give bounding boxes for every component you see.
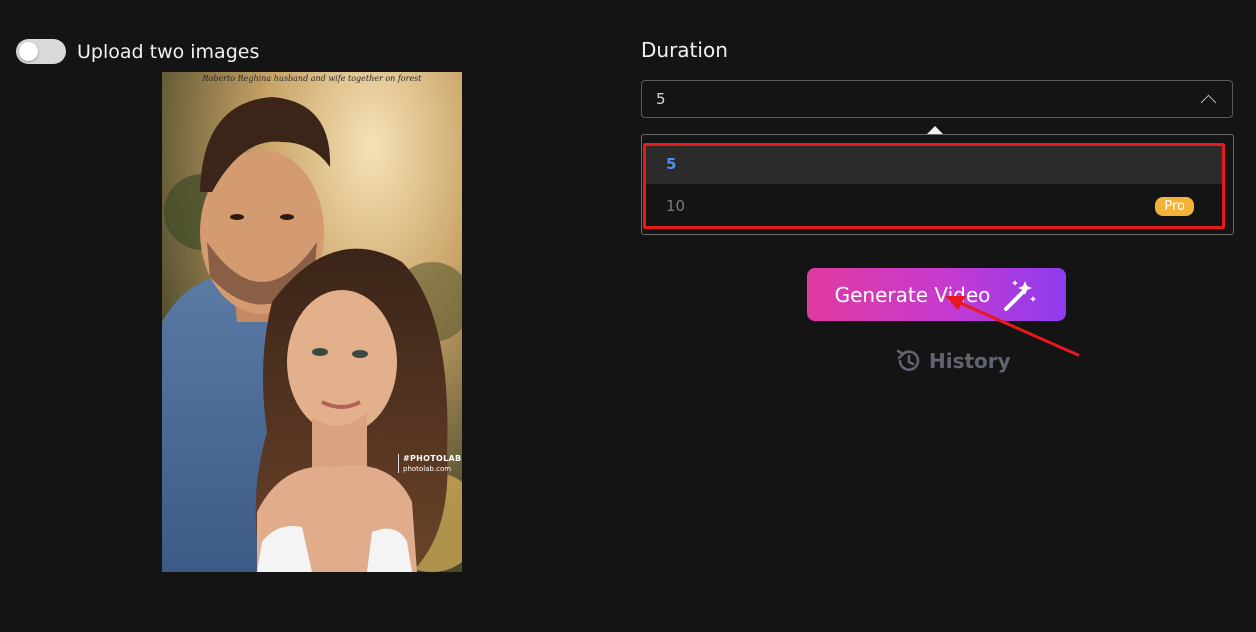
- dropdown-pointer: [927, 126, 943, 134]
- upload-two-images-label: Upload two images: [77, 40, 260, 63]
- history-link[interactable]: History: [895, 347, 1011, 375]
- history-icon: [896, 349, 920, 371]
- duration-option-label: 10: [666, 197, 686, 215]
- magic-wand-icon: [1004, 279, 1037, 311]
- chevron-up-icon: [1200, 94, 1217, 110]
- watermark-site: photolab.com: [403, 465, 452, 473]
- duration-option-label: 5: [666, 155, 677, 173]
- generate-video-button[interactable]: Generate Video: [807, 268, 1066, 321]
- toggle-knob: [19, 42, 38, 61]
- history-label: History: [929, 349, 1011, 373]
- duration-label: Duration: [641, 38, 728, 62]
- page-root: Upload two images Roberto Reghina husban…: [0, 0, 1256, 632]
- duration-selected-value: 5: [656, 90, 666, 108]
- generate-video-label: Generate Video: [834, 282, 991, 307]
- upload-two-images-row: Upload two images: [16, 39, 259, 64]
- watermark-brand: #PHOTOLAB: [403, 454, 462, 463]
- duration-option-5[interactable]: 5: [646, 144, 1222, 184]
- uploaded-photo[interactable]: Roberto Reghina husband and wife togethe…: [162, 72, 462, 572]
- couple-photo-illustration: [162, 72, 462, 572]
- pro-badge: Pro: [1155, 196, 1194, 216]
- photo-watermark: #PHOTOLAB photolab.com: [398, 454, 461, 473]
- photo-caption: Roberto Reghina husband and wife togethe…: [202, 74, 422, 83]
- duration-option-10[interactable]: 10 Pro: [646, 186, 1222, 226]
- upload-two-images-toggle[interactable]: [16, 39, 66, 64]
- duration-select[interactable]: 5: [641, 80, 1233, 118]
